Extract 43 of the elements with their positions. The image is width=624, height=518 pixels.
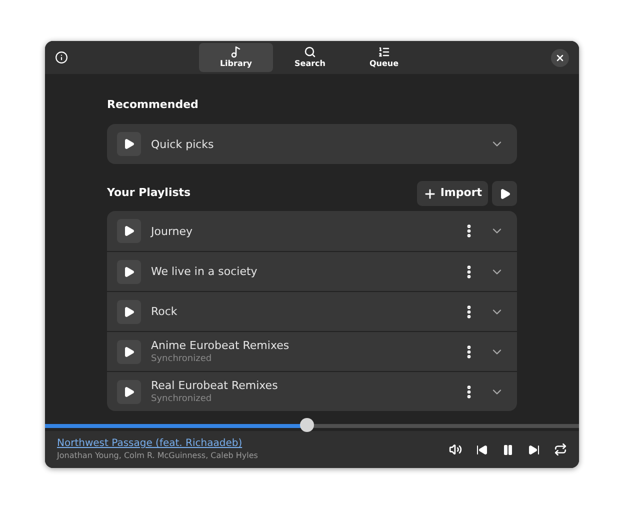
plus-icon <box>423 186 438 200</box>
music-note-icon <box>230 46 242 58</box>
playlist-name: Rock <box>151 304 178 319</box>
next-icon[interactable] <box>528 444 540 456</box>
play-button[interactable] <box>117 340 141 364</box>
play-icon <box>123 138 135 150</box>
list-icon <box>378 46 390 58</box>
play-icon <box>123 346 135 358</box>
search-icon <box>304 46 316 58</box>
playlist-name: We live in a society <box>151 264 258 279</box>
play-button[interactable] <box>117 380 141 404</box>
info-icon[interactable] <box>55 51 68 64</box>
playlist-name: Quick picks <box>151 136 215 152</box>
slider-thumb[interactable] <box>300 418 314 432</box>
play-button[interactable] <box>117 260 141 284</box>
play-all-button[interactable] <box>492 181 517 206</box>
play-icon <box>123 386 135 398</box>
pause-icon[interactable] <box>502 444 514 456</box>
repeat-icon[interactable] <box>554 443 567 456</box>
playlist-name: Journey <box>151 224 194 238</box>
section-heading: Recommended <box>107 97 200 113</box>
play-button[interactable] <box>117 300 141 324</box>
tab[interactable]: Search <box>273 43 347 72</box>
close-icon <box>555 52 565 62</box>
volume-icon[interactable] <box>449 443 462 456</box>
play-button[interactable] <box>117 219 141 243</box>
tab[interactable]: Queue <box>347 43 421 72</box>
play-icon <box>123 306 135 318</box>
play-icon <box>123 266 135 278</box>
play-icon <box>498 188 510 200</box>
section-heading: Your Playlists <box>107 185 192 202</box>
play-icon <box>123 225 135 237</box>
tab[interactable]: Library <box>199 43 273 72</box>
play-button[interactable] <box>117 132 141 156</box>
playlist-status: Synchronized <box>151 393 213 405</box>
playlist-name: Anime Eurobeat Remixes <box>151 338 290 353</box>
close-button[interactable] <box>551 48 569 66</box>
previous-icon[interactable] <box>476 444 488 456</box>
artist-names: Jonathan Young, Colm R. McGuinness, Caleb Hyles <box>57 450 259 461</box>
playlist-status: Synchronized <box>151 353 213 365</box>
import-button[interactable]: Import <box>417 181 488 206</box>
playlist-name: Real Eurobeat Remixes <box>151 378 279 393</box>
song-title-link[interactable]: Northwest Passage (feat. Richaadeb) <box>57 438 449 450</box>
